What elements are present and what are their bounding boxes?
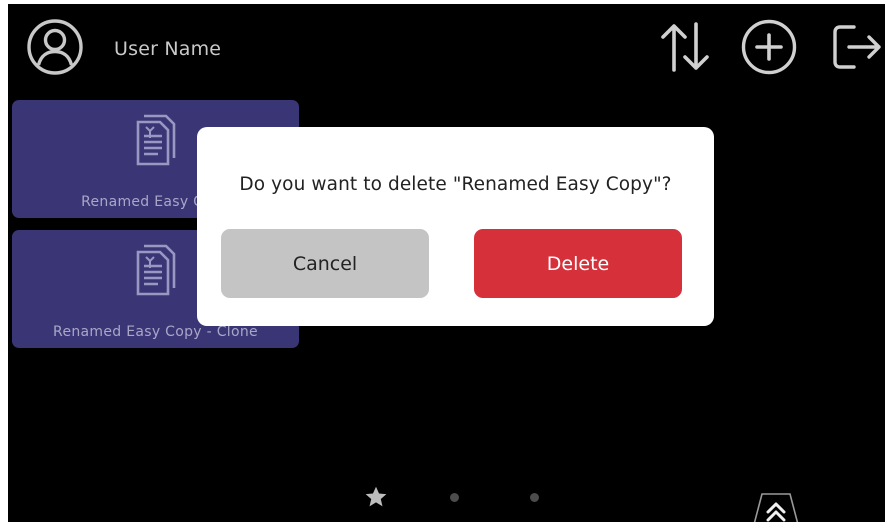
dialog-message: Do you want to delete "Renamed Easy Copy… bbox=[239, 174, 672, 195]
cancel-button[interactable]: Cancel bbox=[221, 229, 429, 298]
expand-tab[interactable] bbox=[750, 492, 802, 522]
user-header: User Name bbox=[26, 18, 221, 80]
logout-icon[interactable] bbox=[827, 18, 885, 80]
document-copy-icon bbox=[130, 114, 182, 174]
page-dot[interactable] bbox=[450, 493, 459, 502]
add-icon[interactable] bbox=[740, 18, 798, 80]
user-avatar-icon[interactable] bbox=[26, 18, 84, 80]
page-dot[interactable] bbox=[530, 493, 539, 502]
delete-button[interactable]: Delete bbox=[474, 229, 682, 298]
user-name: User Name bbox=[114, 38, 222, 60]
document-copy-icon bbox=[130, 244, 182, 304]
sort-icon[interactable] bbox=[658, 18, 712, 80]
tile-label: Renamed Easy Copy - Clone bbox=[53, 324, 258, 340]
star-icon[interactable] bbox=[363, 484, 389, 514]
app-screen: User Name Renamed Easy Copy Renamed Easy… bbox=[8, 4, 885, 522]
delete-confirm-dialog: Do you want to delete "Renamed Easy Copy… bbox=[197, 127, 714, 326]
page-indicator bbox=[363, 482, 543, 512]
